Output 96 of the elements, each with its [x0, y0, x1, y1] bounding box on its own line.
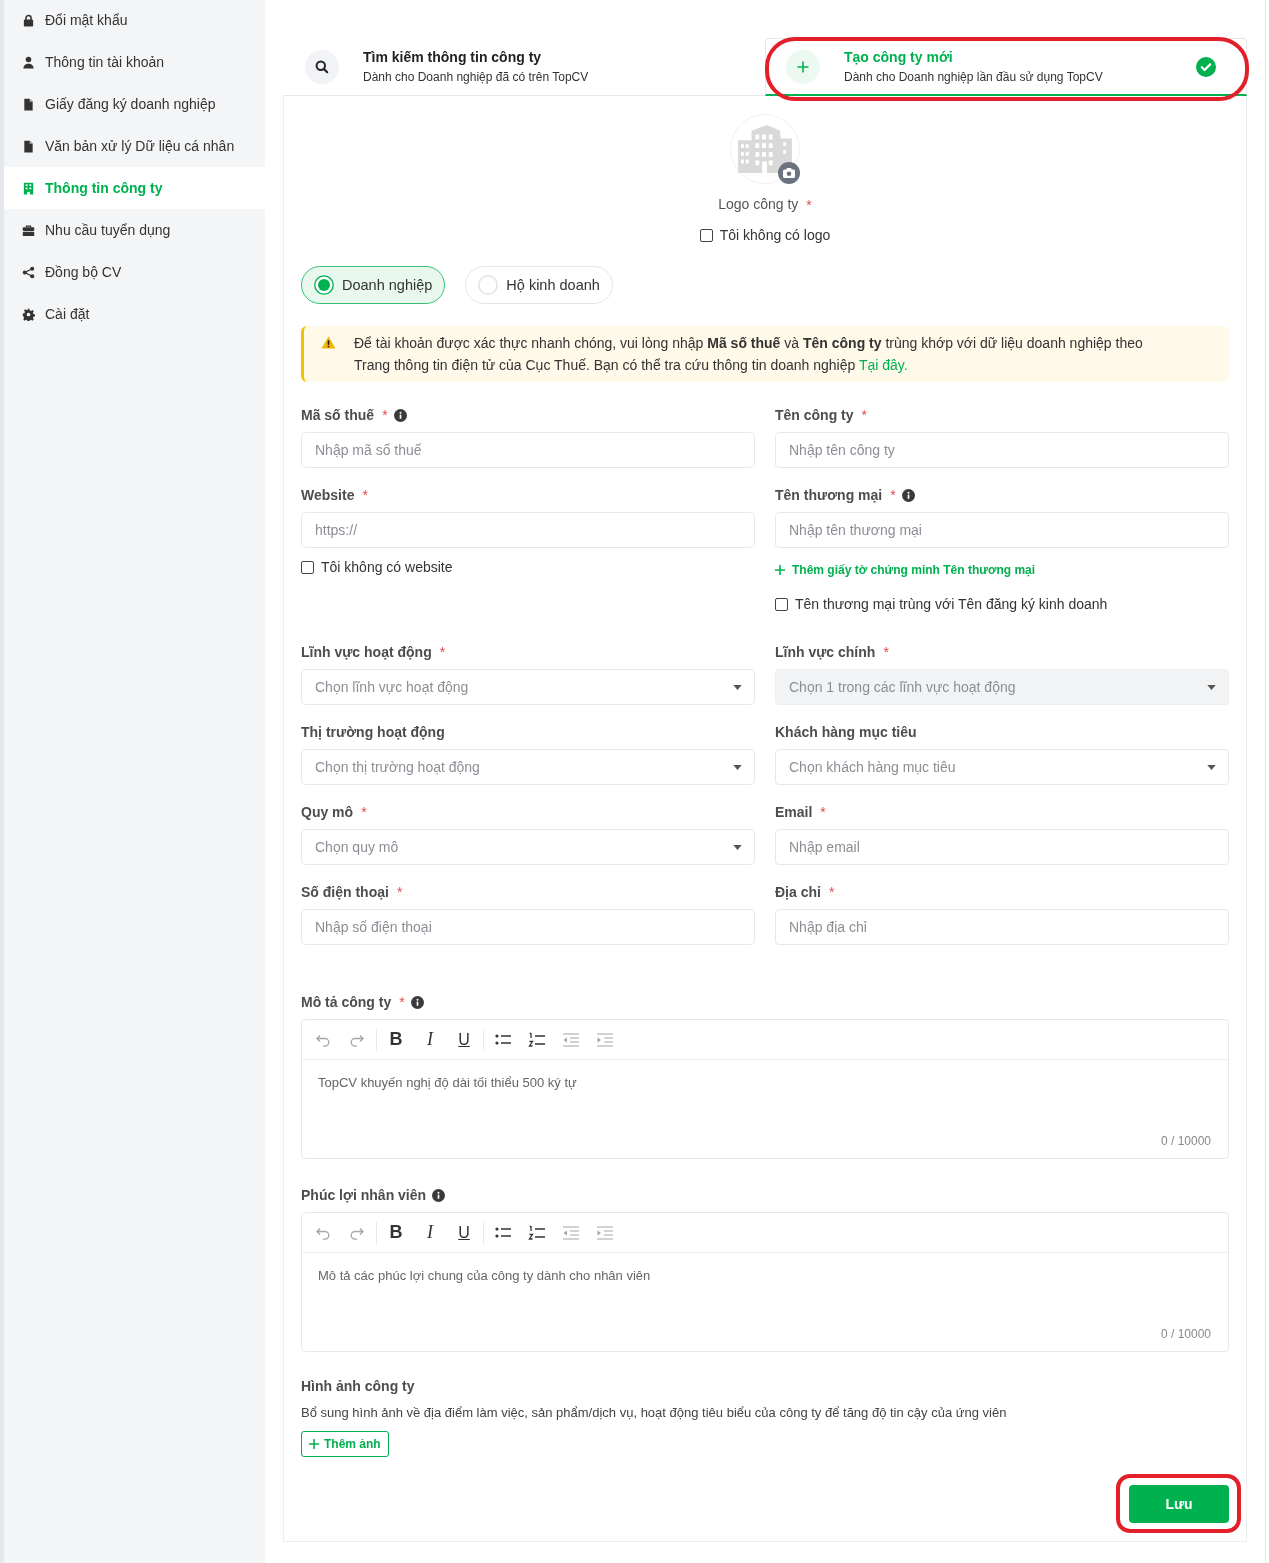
radio-option[interactable]: Hộ kinh doanh [465, 266, 613, 304]
field-label: Lĩnh vực chính [775, 643, 876, 662]
checkbox-label: Tôi không có logo [719, 226, 831, 244]
outdent-icon [562, 1030, 580, 1049]
caret-icon [733, 684, 742, 690]
info-icon[interactable] [410, 995, 424, 1009]
caret-icon [1207, 764, 1216, 770]
field-label: Mã số thuế [301, 406, 375, 425]
required-mark: * [399, 993, 405, 1012]
required-mark: * [820, 803, 826, 822]
outdent-icon [562, 1223, 580, 1242]
text-input[interactable]: Nhập số điện thoại [301, 909, 755, 945]
field-label: Thị trường hoạt động [301, 723, 445, 742]
settings-icon [22, 307, 35, 321]
sidebar-item[interactable]: Cài đặt [4, 293, 265, 335]
radio-icon [478, 275, 499, 295]
logo-label: Logo công ty [718, 195, 799, 214]
character-counter: 0 / 10000 [1160, 1326, 1211, 1342]
briefcase-icon [22, 223, 35, 237]
field-label: Lĩnh vực hoạt động [301, 643, 432, 662]
info-icon[interactable] [901, 488, 915, 502]
checkbox[interactable] [699, 228, 713, 242]
check-circle-icon [1196, 56, 1216, 77]
text-input[interactable]: Nhập mã số thuế [301, 432, 755, 468]
checkbox[interactable] [301, 560, 314, 574]
required-mark: * [890, 486, 896, 505]
building-icon [22, 181, 35, 195]
required-mark: * [806, 196, 812, 215]
italic-button[interactable]: I [416, 1219, 444, 1246]
field-label: Website [301, 486, 355, 505]
section-title: Hình ảnh công ty [301, 1377, 416, 1396]
required-mark: * [362, 486, 368, 505]
indent-icon [596, 1223, 614, 1242]
user-icon [22, 55, 35, 69]
field-label: Email [775, 803, 813, 822]
sidebar-item[interactable]: Đồng bộ CV [4, 251, 265, 293]
required-mark: * [439, 643, 446, 662]
plus-icon [775, 565, 785, 575]
required-mark: * [828, 883, 835, 902]
sidebar-item[interactable]: Nhu cầu tuyển dụng [4, 209, 265, 251]
caret-icon [1207, 684, 1216, 690]
text-input[interactable]: Nhập tên công ty [775, 432, 1229, 468]
camera-icon[interactable] [778, 162, 800, 184]
caret-icon [733, 844, 742, 850]
search-icon [305, 49, 339, 84]
section-description: Bổ sung hình ảnh về địa điểm làm việc, sản phẩm/dịch vụ, hoạt động tiêu biểu của công ty để tăng độ tin cậy của ứng viên [301, 1404, 1008, 1422]
field-label: Khách hàng mục tiêu [775, 723, 917, 742]
info-icon[interactable] [432, 1188, 446, 1202]
field-label: Tên thương mại [775, 486, 883, 505]
sidebar-item[interactable]: Thông tin tài khoản [4, 41, 265, 83]
required-mark: * [883, 643, 889, 662]
required-mark: * [396, 883, 403, 902]
checkbox-label: Tôi không có website [321, 558, 453, 576]
underline-button[interactable]: U [450, 1219, 478, 1246]
character-counter: 0 / 10000 [1160, 1133, 1211, 1149]
underline-button[interactable]: U [450, 1026, 478, 1053]
text-input[interactable]: Nhập email [775, 829, 1229, 865]
field-label: Tên công ty [775, 406, 854, 425]
checkbox-label: Tên thương mại trùng với Tên đăng ký kinh doanh [795, 595, 1108, 613]
radio-option[interactable]: Doanh nghiệp [301, 266, 446, 304]
italic-button[interactable]: I [416, 1026, 444, 1053]
required-mark: * [382, 406, 388, 425]
field-label: Quy mô [301, 803, 354, 822]
alert-message: Để tài khoản được xác thực nhanh chóng, vui lòng nhập Mã số thuế và Tên công ty trùng khớp với dữ liệu doanh nghiệp theo Trang thông tin điện tử của Cục Thuế. Bạn có thể tra cứu thông tin doanh nghiệp Tại đây. [354, 334, 1144, 375]
lock-icon [22, 13, 35, 27]
tab[interactable]: Tạo công ty mới Dành cho Doanh nghiệp lần đầu sử dụng TopCV [765, 38, 1247, 96]
caret-icon [733, 764, 742, 770]
field-label: Mô tả công ty [301, 993, 392, 1012]
required-mark: * [361, 803, 367, 822]
numbered-list-icon [528, 1223, 546, 1242]
document-icon [22, 97, 35, 111]
radio-icon [314, 275, 334, 295]
share-icon [22, 265, 35, 279]
field-label: Địa chỉ [775, 883, 821, 902]
warning-icon [321, 336, 336, 349]
sidebar-item[interactable]: Văn bản xử lý Dữ liệu cá nhân [4, 125, 265, 167]
checkbox[interactable] [775, 597, 788, 611]
info-icon[interactable] [393, 408, 407, 422]
editor-input[interactable]: Mô tả các phúc lợi chung của công ty dành cho nhân viên 0 / 10000 [302, 1253, 1228, 1351]
editor-input[interactable]: TopCV khuyến nghị độ dài tối thiểu 500 ký tự 0 / 10000 [302, 1060, 1228, 1158]
document-icon [22, 139, 35, 153]
text-input[interactable]: Nhập tên thương mại [775, 512, 1229, 548]
bold-button[interactable]: B [382, 1026, 410, 1053]
plus-icon [309, 1439, 319, 1449]
field-label: Số điện thoại [301, 883, 389, 902]
indent-icon [596, 1030, 614, 1049]
plus-icon [786, 49, 820, 84]
required-mark: * [861, 406, 867, 425]
sidebar-item[interactable]: Đổi mật khẩu [4, 0, 265, 41]
sidebar-item[interactable]: Giấy đăng ký doanh nghiệp [4, 83, 265, 125]
field-label: Phúc lợi nhân viên [301, 1186, 427, 1205]
text-input[interactable]: https:// [301, 512, 755, 548]
bold-button[interactable]: B [382, 1219, 410, 1246]
building-icon [736, 125, 794, 173]
numbered-list-icon [528, 1030, 546, 1049]
text-input[interactable]: Nhập địa chỉ [775, 909, 1229, 945]
